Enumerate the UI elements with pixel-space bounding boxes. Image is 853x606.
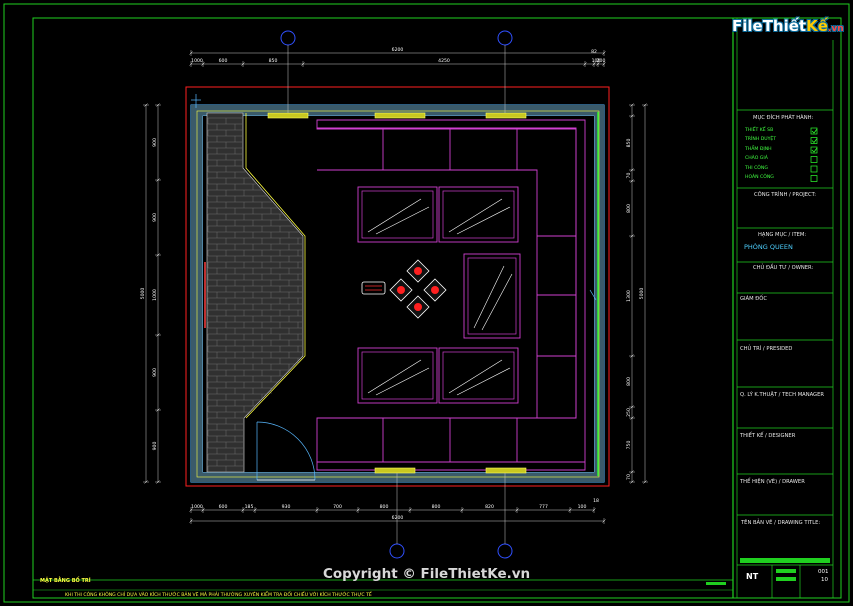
checkbox-3 (810, 156, 818, 163)
dim-top-label: 850 (269, 58, 278, 64)
dim-right-label: 800 (626, 377, 632, 386)
dim-right-label: 750 (626, 441, 632, 450)
logo-brand-a: File (732, 17, 763, 35)
dim-bottom-label: 100 (578, 504, 587, 510)
dim-right-total-label: 5000 (639, 288, 645, 300)
dim-right-label: 70 (626, 474, 632, 480)
dim-top-label: 200 (597, 58, 606, 64)
copyright-watermark: Copyright © FileThietKe.vn (323, 566, 531, 582)
dim-bottom-label: 600 (219, 504, 228, 510)
dim-right-label: 850 (626, 139, 632, 148)
sheet-number-top: 001 (818, 569, 829, 575)
checkbox-4 (810, 165, 818, 173)
check-label-2: THẨM ĐỊNH (745, 146, 772, 152)
dim-bottom-total-label: 6200 (392, 515, 404, 521)
dim-left-label: 900 (152, 368, 158, 377)
plan-title: MẶT BẰNG BỐ TRÍ (40, 578, 91, 584)
project-label: CÔNG TRÌNH / PROJECT: (754, 192, 816, 198)
check-label-3: CHÀO GIÁ (745, 156, 768, 161)
title-block-grid (737, 40, 834, 598)
dim-right-label: 1300 (626, 290, 632, 302)
check-label-5: HOÀN CÔNG (745, 175, 774, 180)
president-label: CHỦ TRÌ / PRESIDED (740, 346, 793, 352)
dim-bottom-label: 820 (485, 504, 494, 510)
dim-top-label: 4250 (438, 58, 450, 64)
check-label-4: THI CÔNG (745, 165, 768, 171)
dim-bottom-label: 800 (380, 504, 389, 510)
item-value: PHÒNG QUEEN (744, 243, 793, 251)
designer-label: THIẾT KẾ / DESIGNER (740, 433, 796, 439)
floor-plan-drawing: 6200 1000 600 850 4250 100 20082 1000 600 185 930 7… (3, 3, 850, 603)
dim-bottom-right-small: 18 (593, 498, 599, 504)
checkmark-0 (811, 128, 818, 134)
tech-manager-label: Q. LÝ K.THUẬT / TECH MANAGER (740, 392, 824, 398)
sheet-number-bottom: 10 (821, 577, 828, 583)
dim-top-total-label: 6200 (392, 47, 404, 53)
cad-drawing-canvas: 6200 1000 600 850 4250 100 200 82 1000 600 185 930 7… (0, 0, 853, 606)
dim-bottom-label: 700 (333, 504, 342, 510)
drawer-label: THỂ HIỆN (VẼ) / DRAWER (740, 479, 805, 485)
drawing-code: NT (746, 572, 759, 581)
checkmark-1 (811, 138, 818, 144)
logo-brand-c: Kế (806, 17, 828, 35)
check-label-1: TRÌNH DUYỆT (745, 137, 777, 142)
dim-top-label: 600 (219, 58, 228, 64)
construction-note: KHI THI CÔNG KHÔNG CHỈ DỰA VÀO KÍCH THƯỚ… (65, 593, 372, 598)
dim-top-right-small: 82 (591, 49, 597, 55)
director-label: GIÁM ĐỐC (740, 296, 767, 302)
logo-brand-b: Thiết (762, 17, 807, 35)
check-label-0: THIẾT KẾ SB (745, 127, 774, 133)
dim-left-total-label: 5000 (140, 288, 146, 300)
dim-bottom-label: 777 (539, 504, 548, 510)
drawing-title-label: TÊN BẢN VẼ / DRAWING TITLE: (741, 520, 821, 526)
dim-right-label: 250 (626, 408, 632, 417)
dim-right-label: 800 (626, 204, 632, 213)
dim-top-label: 1000 (191, 58, 203, 64)
checkbox-group (810, 127, 818, 182)
checkmark-2 (811, 147, 818, 153)
dim-right-label: 70 (626, 173, 632, 179)
dim-bottom-label: 1000 (191, 504, 203, 510)
dim-bottom-label: 800 (432, 504, 441, 510)
checkbox-5 (810, 175, 818, 182)
dim-left-label: 900 (152, 138, 158, 147)
logo-tld: .vn (827, 24, 844, 34)
dim-bottom-label: 185 (245, 504, 254, 510)
dim-bottom-label: 930 (282, 504, 291, 510)
title-green-bar (740, 558, 830, 563)
filethietke-logo: FileThiếtKế.vn (732, 17, 844, 35)
item-label: HẠNG MỤC / ITEM: (758, 232, 807, 238)
dim-left-label: 1000 (152, 289, 158, 301)
dim-left-label: 900 (152, 213, 158, 222)
dim-left-label: 900 (152, 442, 158, 451)
purpose-label: MỤC ĐÍCH PHÁT HÀNH: (753, 115, 814, 121)
owner-label: CHỦ ĐẦU TƯ / OWNER: (753, 265, 814, 271)
